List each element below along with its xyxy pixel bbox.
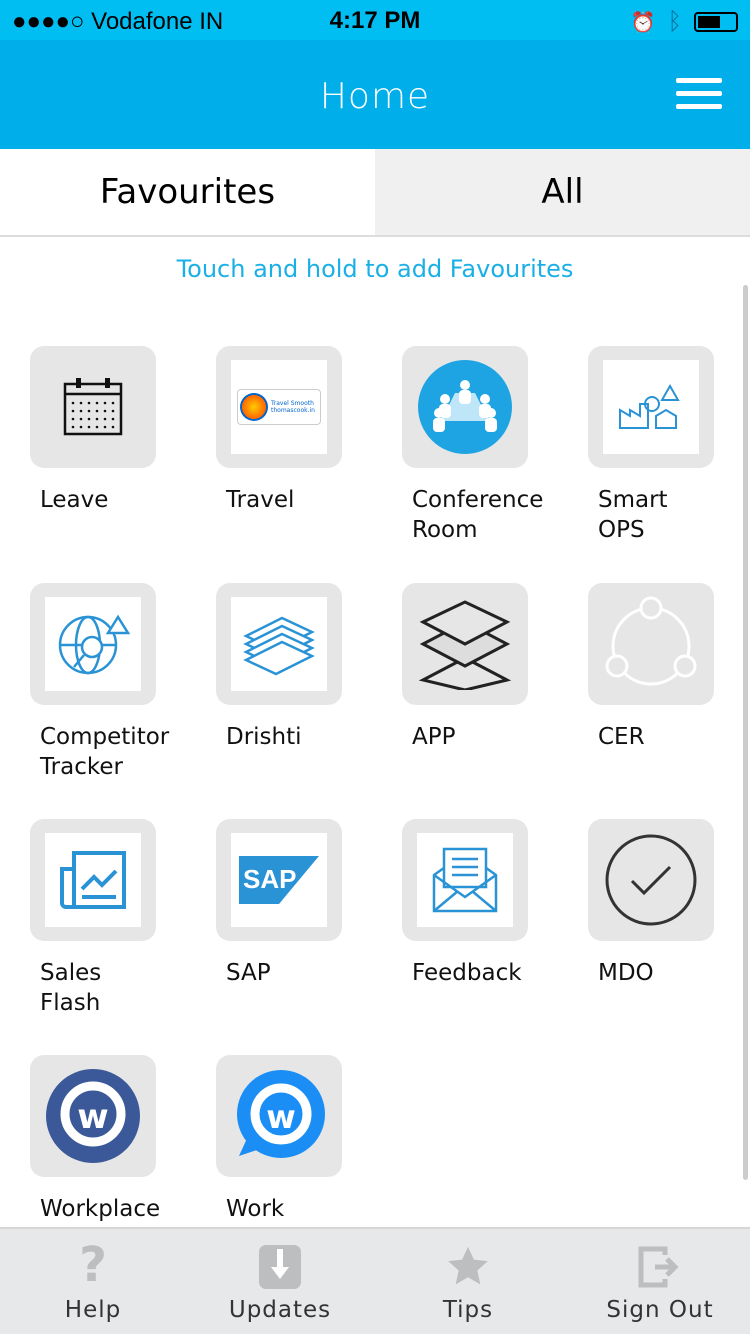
app-icon-box[interactable] — [588, 583, 714, 705]
sign-out-icon — [638, 1246, 679, 1288]
tab-all[interactable]: All — [375, 149, 750, 235]
app-icon-box[interactable]: w — [216, 1055, 342, 1177]
app-label: Smart OPS — [598, 487, 668, 543]
app-icon-box[interactable] — [30, 583, 156, 705]
app-label: SAP — [226, 960, 271, 986]
app-tile-competitor-tracker[interactable]: Competitor Tracker — [30, 583, 190, 782]
thomas-cook-logo: Travel Smooth thomascook.in — [231, 360, 327, 454]
app-icon-box[interactable] — [588, 346, 714, 468]
app-icon-box[interactable] — [402, 583, 528, 705]
status-bar: ●●●●○ Vodafone IN 4:17 PM ⏰ ᛒ — [0, 0, 750, 40]
help-button[interactable]: ? Help — [38, 1229, 148, 1336]
app-tile-work[interactable]: w Work — [216, 1055, 376, 1224]
app-icon-box[interactable]: SAP — [216, 819, 342, 941]
app-tile-workplace[interactable]: w Workplace — [30, 1055, 190, 1224]
app-label: MDO — [598, 960, 654, 986]
app-tile-sap[interactable]: SAP SAP — [216, 819, 376, 988]
app-tile-leave[interactable]: Leave — [30, 346, 190, 515]
app-tile-smart-ops[interactable]: Smart OPS — [588, 346, 748, 545]
app-label: Conference Room — [412, 487, 544, 543]
star-icon — [448, 1246, 488, 1285]
layers-icon — [417, 598, 513, 690]
app-header: Home — [0, 40, 750, 149]
conference-icon — [417, 359, 513, 455]
app-label: Feedback — [412, 960, 522, 986]
calendar-icon — [62, 376, 124, 438]
app-tile-conference-room[interactable]: Conference Room — [402, 346, 562, 545]
app-icon-box[interactable] — [30, 819, 156, 941]
news-chart-icon — [45, 833, 141, 927]
tips-button[interactable]: Tips — [418, 1229, 518, 1336]
app-tile-cer[interactable]: CER — [588, 583, 748, 752]
alarm-icon: ⏰ — [630, 11, 656, 34]
workplace-icon: w — [45, 1068, 141, 1164]
app-label: Drishti — [226, 724, 302, 750]
app-icon-box[interactable]: Travel Smooth thomascook.in — [216, 346, 342, 468]
app-icon-box[interactable] — [402, 346, 528, 468]
app-tile-mdo[interactable]: MDO — [588, 819, 748, 988]
battery-icon — [694, 12, 738, 32]
svg-text:w: w — [266, 1098, 296, 1136]
app-label: Leave — [40, 487, 109, 513]
sap-logo: SAP — [231, 833, 327, 927]
app-tile-feedback[interactable]: Feedback — [402, 819, 562, 988]
globe-search-icon — [45, 597, 141, 691]
app-tile-sales-flash[interactable]: Sales Flash — [30, 819, 190, 1018]
app-icon-box[interactable] — [588, 819, 714, 941]
bluetooth-icon: ᛒ — [667, 8, 682, 35]
app-tile-app[interactable]: APP — [402, 583, 562, 752]
app-icon-box[interactable] — [216, 583, 342, 705]
app-label: Travel — [226, 487, 295, 513]
app-tile-travel[interactable]: Travel Smooth thomascook.in Travel — [216, 346, 376, 515]
app-icon-box[interactable] — [402, 819, 528, 941]
svg-text:SAP: SAP — [243, 864, 296, 894]
hint-text: Touch and hold to add Favourites — [176, 255, 574, 283]
sign-out-button[interactable]: Sign Out — [600, 1229, 720, 1336]
question-icon: ? — [79, 1237, 107, 1293]
share-circle-icon — [601, 596, 701, 692]
app-label: Work — [226, 1196, 285, 1222]
hamburger-menu-icon[interactable] — [676, 78, 722, 112]
work-chat-icon: w — [231, 1068, 327, 1164]
updates-button[interactable]: Updates — [220, 1229, 340, 1336]
svg-text:w: w — [77, 1097, 108, 1137]
app-label: CER — [598, 724, 645, 750]
app-tile-drishti[interactable]: Drishti — [216, 583, 376, 752]
app-label: APP — [412, 724, 456, 750]
app-label: Sales Flash — [40, 960, 102, 1016]
mail-icon — [417, 833, 513, 927]
check-circle-icon — [604, 833, 698, 927]
tab-bar: Favourites All — [0, 149, 750, 237]
app-icon-box[interactable] — [30, 346, 156, 468]
app-icon-box[interactable]: w — [30, 1055, 156, 1177]
stack-icon — [231, 597, 327, 691]
page-title: Home — [319, 76, 431, 117]
app-label: Competitor Tracker — [40, 724, 170, 780]
app-label: Workplace — [40, 1196, 161, 1222]
bottom-toolbar: ? Help Updates Tips Sign Out — [0, 1227, 750, 1334]
download-icon — [259, 1245, 301, 1289]
tab-favourites[interactable]: Favourites — [0, 149, 375, 235]
factory-alert-icon — [603, 360, 699, 454]
